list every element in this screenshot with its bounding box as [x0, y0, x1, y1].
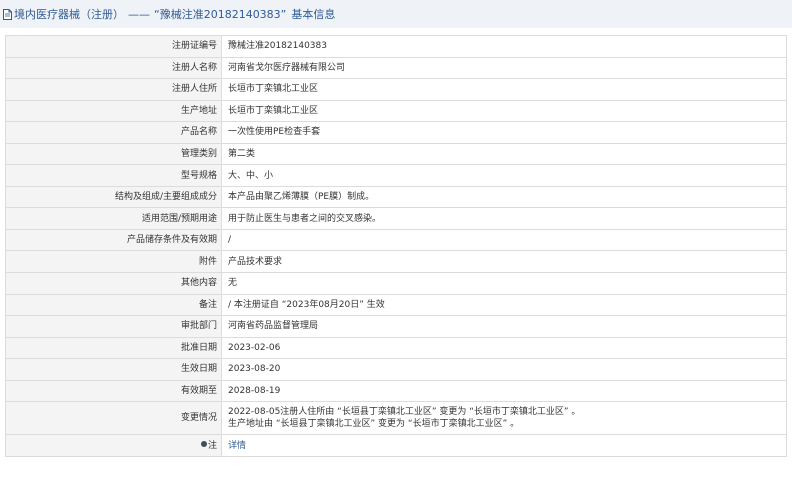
field-label-effective-date: 生效日期: [5, 358, 222, 381]
field-label-other-content: 其他内容: [5, 272, 222, 295]
field-label-expiry-date: 有效期至: [5, 379, 222, 403]
table-row: 变更情况 2022-08-05注册人住所由 “长垣县丁栾镇北工业区” 变更为 “长…: [5, 401, 787, 436]
field-value-product-name: 一次性使用PE检查手套: [221, 121, 787, 144]
change-line: 2022-08-05注册人住所由 “长垣县丁栾镇北工业区” 变更为 “长垣市丁栾…: [228, 407, 581, 418]
table-row: 有效期至 2028-08-19: [5, 379, 787, 403]
table-row: 产品名称 一次性使用PE检查手套: [5, 121, 787, 144]
basic-info-table: 注册证编号 豫械注准20182140383 注册人名称 河南省戈尔医疗器械有限公司 注册…: [5, 35, 787, 457]
field-value-approval-date: 2023-02-06: [221, 336, 787, 360]
field-value-structure-composition: 本产品由聚乙烯薄膜（PE膜）制成。: [221, 185, 787, 209]
field-value-remarks: / 本注册证自 “2023年08月20日” 生效: [221, 293, 787, 317]
details-link[interactable]: 详情: [228, 441, 246, 451]
table-row: 附件 产品技术要求: [5, 250, 787, 274]
table-row: 生产地址 长垣市丁栾镇北工业区: [5, 99, 787, 123]
field-value-expiry-date: 2028-08-19: [221, 379, 787, 403]
field-label-remarks: 备注: [5, 293, 222, 317]
field-value-registrant-name: 河南省戈尔医疗器械有限公司: [221, 56, 787, 80]
field-label-model-spec: 型号规格: [5, 164, 222, 187]
note-bullet-icon: [200, 441, 207, 448]
field-value-effective-date: 2023-08-20: [221, 358, 787, 381]
field-value-production-address: 长垣市丁栾镇北工业区: [221, 99, 787, 123]
table-row: 注册人名称 河南省戈尔医疗器械有限公司: [5, 56, 787, 80]
field-value-note: 详情: [221, 434, 787, 457]
table-row: 生效日期 2023-08-20: [5, 358, 787, 381]
table-row: 批准日期 2023-02-06: [5, 336, 787, 360]
field-label-approval-department: 审批部门: [5, 315, 222, 338]
field-label-change-history: 变更情况: [5, 401, 222, 436]
table-row: 审批部门 河南省药品监督管理局: [5, 315, 787, 338]
table-row: 适用范围/预期用途 用于防止医生与患者之间的交叉感染。: [5, 207, 787, 230]
table-row: 备注 / 本注册证自 “2023年08月20日” 生效: [5, 293, 787, 317]
field-label-approval-date: 批准日期: [5, 336, 222, 360]
document-icon: [3, 8, 12, 20]
table-row: 其他内容无: [5, 272, 787, 295]
field-label-note: 注: [5, 434, 222, 457]
page-title: 基本信息: [291, 8, 336, 21]
field-value-management-class: 第二类: [221, 142, 787, 166]
field-label-registration-number: 注册证编号: [5, 35, 222, 58]
field-value-other-content: 无: [221, 272, 787, 295]
field-label-registrant-name: 注册人名称: [5, 56, 222, 80]
table-row: 管理类别 第二类: [5, 142, 787, 166]
field-label-product-name: 产品名称: [5, 121, 222, 144]
breadcrumb-bar: 境内医疗器械（注册） —— “豫械注准20182140383” 基本信息: [0, 0, 792, 28]
field-value-attachment: 产品技术要求: [221, 250, 787, 274]
field-label-registrant-address: 注册人住所: [5, 78, 222, 101]
field-label-attachment: 附件: [5, 250, 222, 274]
table-row: 结构及组成/主要组成成分 本产品由聚乙烯薄膜（PE膜）制成。: [5, 185, 787, 209]
breadcrumb-category-link[interactable]: 境内医疗器械（注册）: [14, 6, 124, 22]
field-label-management-class: 管理类别: [5, 142, 222, 166]
field-value-change-history: 2022-08-05注册人住所由 “长垣县丁栾镇北工业区” 变更为 “长垣市丁栾…: [221, 401, 787, 436]
field-value-registrant-address: 长垣市丁栾镇北工业区: [221, 78, 787, 101]
field-label-structure-composition: 结构及组成/主要组成成分: [5, 185, 222, 209]
table-row: 注 详情: [5, 434, 787, 457]
field-value-intended-use: 用于防止医生与患者之间的交叉感染。: [221, 207, 787, 230]
breadcrumb-separator: ——: [128, 7, 150, 21]
table-row: 产品储存条件及有效期 /: [5, 228, 787, 252]
field-value-model-spec: 大、中、小: [221, 164, 787, 187]
field-label-storage-validity: 产品储存条件及有效期: [5, 228, 222, 252]
field-value-registration-number: 豫械注准20182140383: [221, 35, 787, 58]
field-value-storage-validity: /: [221, 228, 787, 252]
field-label-production-address: 生产地址: [5, 99, 222, 123]
field-label-intended-use: 适用范围/预期用途: [5, 207, 222, 230]
field-value-approval-department: 河南省药品监督管理局: [221, 315, 787, 338]
breadcrumb-registration-number: “豫械注准20182140383”: [154, 8, 287, 21]
table-row: 型号规格 大、中、小: [5, 164, 787, 187]
note-label-text: 注: [207, 440, 217, 451]
table-row: 注册人住所 长垣市丁栾镇北工业区: [5, 78, 787, 101]
change-line: 生产地址由 “长垣县丁栾镇北工业区” 变更为 “长垣市丁栾镇北工业区” 。: [228, 419, 520, 430]
table-row: 注册证编号 豫械注准20182140383: [5, 35, 787, 58]
